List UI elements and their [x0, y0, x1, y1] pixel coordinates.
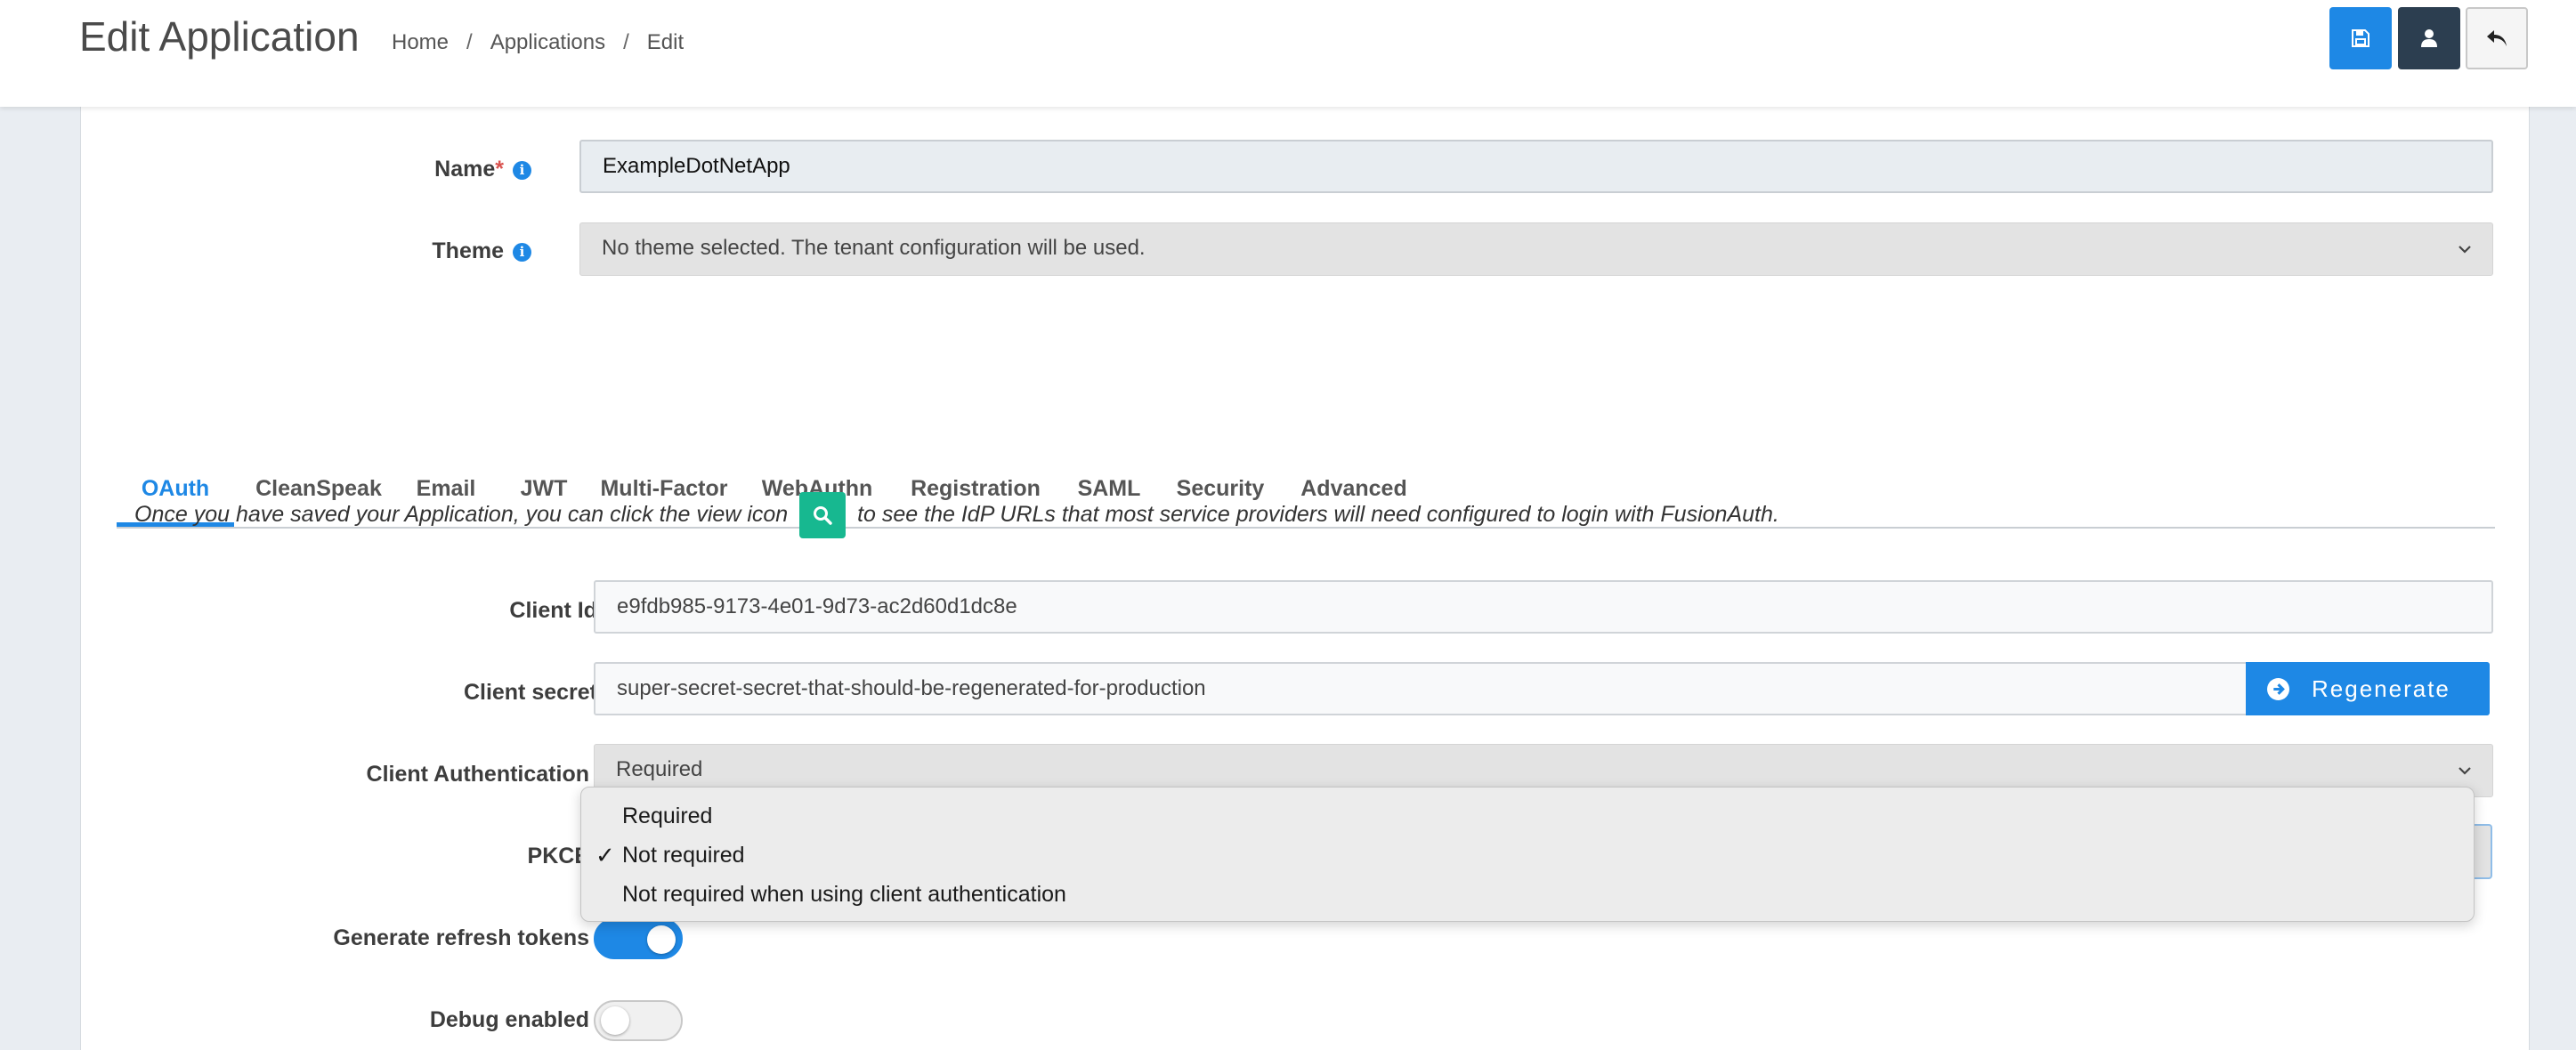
client-secret-value: super-secret-secret-that-should-be-regen… — [617, 676, 1206, 700]
name-input-value: ExampleDotNetApp — [603, 154, 790, 178]
breadcrumb-separator: / — [466, 30, 473, 54]
save-icon — [2352, 29, 2369, 47]
option-label: Required — [622, 804, 713, 828]
page-header: Edit Application Home / Applications / Edit — [0, 0, 2576, 107]
theme-select-value: No theme selected. The tenant configurat… — [602, 236, 1146, 260]
pkce-option-required[interactable]: Required — [622, 798, 712, 834]
client-authentication-value: Required — [616, 757, 703, 781]
client-authentication-label: Client Authenticationi — [367, 756, 617, 792]
client-secret-label-text: Client secret — [463, 680, 597, 705]
pkce-dropdown-menu: Required ✓ Not required Not required whe… — [580, 787, 2475, 922]
notice-text-after: to see the IdP URLs that most service pr… — [857, 502, 1779, 527]
debug-enabled-label: Debug enabledi — [430, 1002, 617, 1038]
reply-icon — [2487, 30, 2507, 46]
regenerate-button[interactable]: Regenerate — [2246, 662, 2490, 715]
chevron-down-icon — [2459, 767, 2471, 775]
theme-label: Theme i — [432, 233, 531, 269]
user-button[interactable] — [2398, 7, 2460, 69]
arrow-circle-right-icon — [2267, 678, 2289, 700]
breadcrumb-separator: / — [623, 30, 629, 54]
client-id-value: e9fdb985-9173-4e01-9d73-ac2d60d1dc8e — [617, 594, 1017, 618]
client-secret-label: Client secret — [464, 674, 597, 710]
checkmark-icon: ✓ — [595, 842, 615, 868]
info-icon[interactable]: i — [513, 242, 531, 262]
pkce-option-not-required-with-client-auth[interactable]: Not required when using client authentic… — [622, 876, 1066, 912]
client-secret-field[interactable]: super-secret-secret-that-should-be-regen… — [594, 662, 2248, 715]
breadcrumb: Home / Applications / Edit — [392, 27, 684, 59]
user-icon — [2421, 29, 2437, 47]
option-label: Not required when using client authentic… — [622, 882, 1066, 907]
required-mark: * — [495, 157, 504, 182]
breadcrumb-applications[interactable]: Applications — [490, 30, 605, 54]
toggle-knob — [601, 1006, 629, 1035]
client-id-field[interactable]: e9fdb985-9173-4e01-9d73-ac2d60d1dc8e — [594, 580, 2493, 634]
name-input[interactable]: ExampleDotNetApp — [579, 140, 2493, 193]
breadcrumb-home[interactable]: Home — [392, 30, 449, 54]
save-button[interactable] — [2329, 7, 2392, 69]
page-title: Edit Application — [79, 13, 360, 60]
info-icon[interactable]: i — [513, 160, 531, 180]
client-id-label: Client Id — [509, 593, 597, 628]
generate-refresh-tokens-label-text: Generate refresh tokens — [333, 925, 589, 950]
chevron-down-icon — [2459, 246, 2471, 254]
client-id-label-text: Client Id — [509, 598, 597, 623]
search-icon — [814, 506, 832, 526]
breadcrumb-edit: Edit — [646, 30, 685, 54]
notice-text-before: Once you have saved your Application, yo… — [134, 502, 789, 527]
debug-enabled-toggle[interactable] — [594, 1000, 683, 1041]
name-label: Name* i — [434, 151, 531, 187]
pkce-option-not-required[interactable]: ✓ Not required — [595, 837, 745, 873]
idp-notice: Once you have saved your Application, yo… — [134, 492, 1779, 539]
client-authentication-label-text: Client Authentication — [366, 762, 589, 787]
toggle-knob — [647, 925, 676, 954]
name-label-text: Name — [434, 157, 496, 182]
debug-enabled-label-text: Debug enabled — [429, 1007, 589, 1032]
regenerate-label: Regenerate — [2312, 675, 2450, 702]
back-button[interactable] — [2466, 7, 2528, 69]
view-icon — [799, 492, 847, 539]
generate-refresh-tokens-label: Generate refresh tokensi — [333, 920, 617, 956]
option-label: Not required — [622, 843, 745, 868]
theme-select[interactable]: No theme selected. The tenant configurat… — [579, 222, 2493, 276]
theme-label-text: Theme — [432, 238, 504, 263]
generate-refresh-tokens-toggle[interactable] — [594, 918, 683, 959]
